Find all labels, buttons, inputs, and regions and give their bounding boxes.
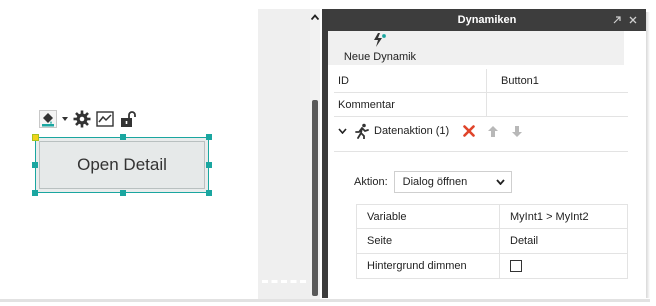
property-value[interactable]	[486, 93, 628, 116]
selection-handle-top[interactable]	[120, 134, 126, 140]
param-value[interactable]: MyInt1 > MyInt2	[499, 205, 627, 228]
chart-icon[interactable]	[95, 109, 115, 129]
design-canvas[interactable]: Open Detail	[0, 0, 258, 306]
widget-button-label: Open Detail	[39, 141, 205, 189]
selection-handle-bottom[interactable]	[120, 190, 126, 196]
arrow-down-icon[interactable]	[509, 123, 525, 139]
param-value-cell	[499, 254, 627, 278]
action-divider	[334, 151, 628, 152]
bottom-edge	[0, 299, 650, 302]
action-select[interactable]: Dialog öffnen	[393, 171, 512, 193]
gear-icon[interactable]	[72, 109, 92, 129]
property-key: Kommentar	[338, 98, 395, 111]
panel-title-bar: Dynamiken	[328, 9, 646, 31]
chevron-down-icon	[495, 176, 505, 188]
param-row-variable: Variable MyInt1 > MyInt2	[356, 204, 628, 229]
property-key: ID	[338, 74, 349, 87]
unlock-icon[interactable]	[118, 109, 138, 129]
dynamics-panel: Dynamiken Neue Dynamik ID Button1 Kommen…	[322, 9, 646, 298]
action-label: Aktion:	[354, 176, 388, 188]
param-value[interactable]: Detail	[499, 229, 627, 253]
panel-toolbar	[432, 31, 624, 65]
gutter-divider	[262, 280, 306, 283]
selection-handle-origin[interactable]	[32, 134, 39, 141]
scroll-up-icon[interactable]	[310, 12, 320, 22]
action-select-value: Dialog öffnen	[402, 176, 468, 188]
open-detail-button-widget[interactable]: Open Detail	[32, 134, 212, 196]
param-row-hintergrund-dimmen: Hintergrund dimmen	[356, 254, 628, 279]
widget-toolbar	[38, 108, 138, 130]
delete-icon[interactable]	[461, 123, 477, 139]
panel-title: Dynamiken	[457, 14, 517, 26]
lightning-new-icon	[372, 33, 388, 50]
selection-handle-bottom-right[interactable]	[206, 190, 212, 196]
selection-handle-top-right[interactable]	[206, 134, 212, 140]
selection-handle-right[interactable]	[206, 162, 212, 168]
property-row-kommentar: Kommentar	[334, 93, 628, 117]
property-row-id: ID Button1	[334, 69, 628, 93]
panel-shadow	[646, 12, 650, 298]
undock-icon[interactable]	[610, 9, 624, 31]
param-row-seite: Seite Detail	[356, 229, 628, 254]
paint-bucket-icon[interactable]	[38, 109, 58, 129]
chevron-down-icon[interactable]	[61, 109, 69, 129]
new-dynamic-label: Neue Dynamik	[343, 51, 417, 63]
data-action-header[interactable]: Datenaktion (1)	[334, 119, 628, 143]
action-select-row: Aktion: Dialog öffnen	[354, 171, 512, 193]
param-key: Hintergrund dimmen	[367, 260, 467, 272]
param-key: Seite	[367, 235, 393, 247]
running-figure-icon	[354, 123, 370, 139]
scrollbar-thumb[interactable]	[312, 100, 318, 296]
param-key: Variable	[367, 210, 407, 223]
property-value[interactable]: Button1	[486, 69, 628, 92]
dim-background-checkbox[interactable]	[510, 260, 522, 272]
selection-handle-bottom-left[interactable]	[32, 190, 38, 196]
selection-handle-left[interactable]	[32, 162, 38, 168]
close-icon[interactable]	[626, 9, 640, 31]
panel-gutter	[258, 9, 313, 299]
data-action-label: Datenaktion (1)	[374, 125, 450, 137]
chevron-down-icon[interactable]	[334, 123, 350, 139]
arrow-up-icon[interactable]	[485, 123, 501, 139]
new-dynamic-button[interactable]: Neue Dynamik	[328, 31, 432, 65]
